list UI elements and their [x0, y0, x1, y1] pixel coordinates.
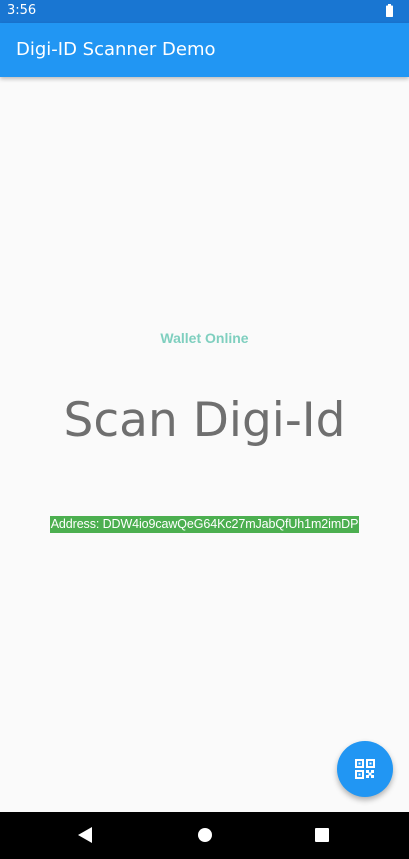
wallet-status-text: Wallet Online	[160, 330, 249, 346]
recents-icon	[315, 828, 329, 842]
app-title: Digi-ID Scanner Demo	[16, 39, 216, 60]
system-nav-bar	[0, 812, 409, 859]
status-bar: 3:56	[0, 0, 409, 23]
status-time: 3:56	[7, 3, 37, 18]
recents-button[interactable]	[312, 825, 332, 845]
battery-icon	[386, 4, 393, 17]
app-bar: Digi-ID Scanner Demo	[0, 23, 409, 77]
back-icon	[78, 827, 92, 843]
address-text: Address: DDW4io9cawQeG64Kc27mJabQfUh1m2i…	[49, 516, 360, 533]
scan-title: Scan Digi-Id	[63, 393, 346, 448]
main-content: Wallet Online Scan Digi-Id Address: DDW4…	[0, 77, 409, 812]
address-row: Address: DDW4io9cawQeG64Kc27mJabQfUh1m2i…	[0, 513, 409, 533]
home-icon	[198, 828, 212, 842]
scan-qr-button[interactable]	[337, 741, 393, 797]
back-button[interactable]	[75, 825, 95, 845]
qr-code-icon	[355, 759, 375, 779]
home-button[interactable]	[195, 825, 215, 845]
